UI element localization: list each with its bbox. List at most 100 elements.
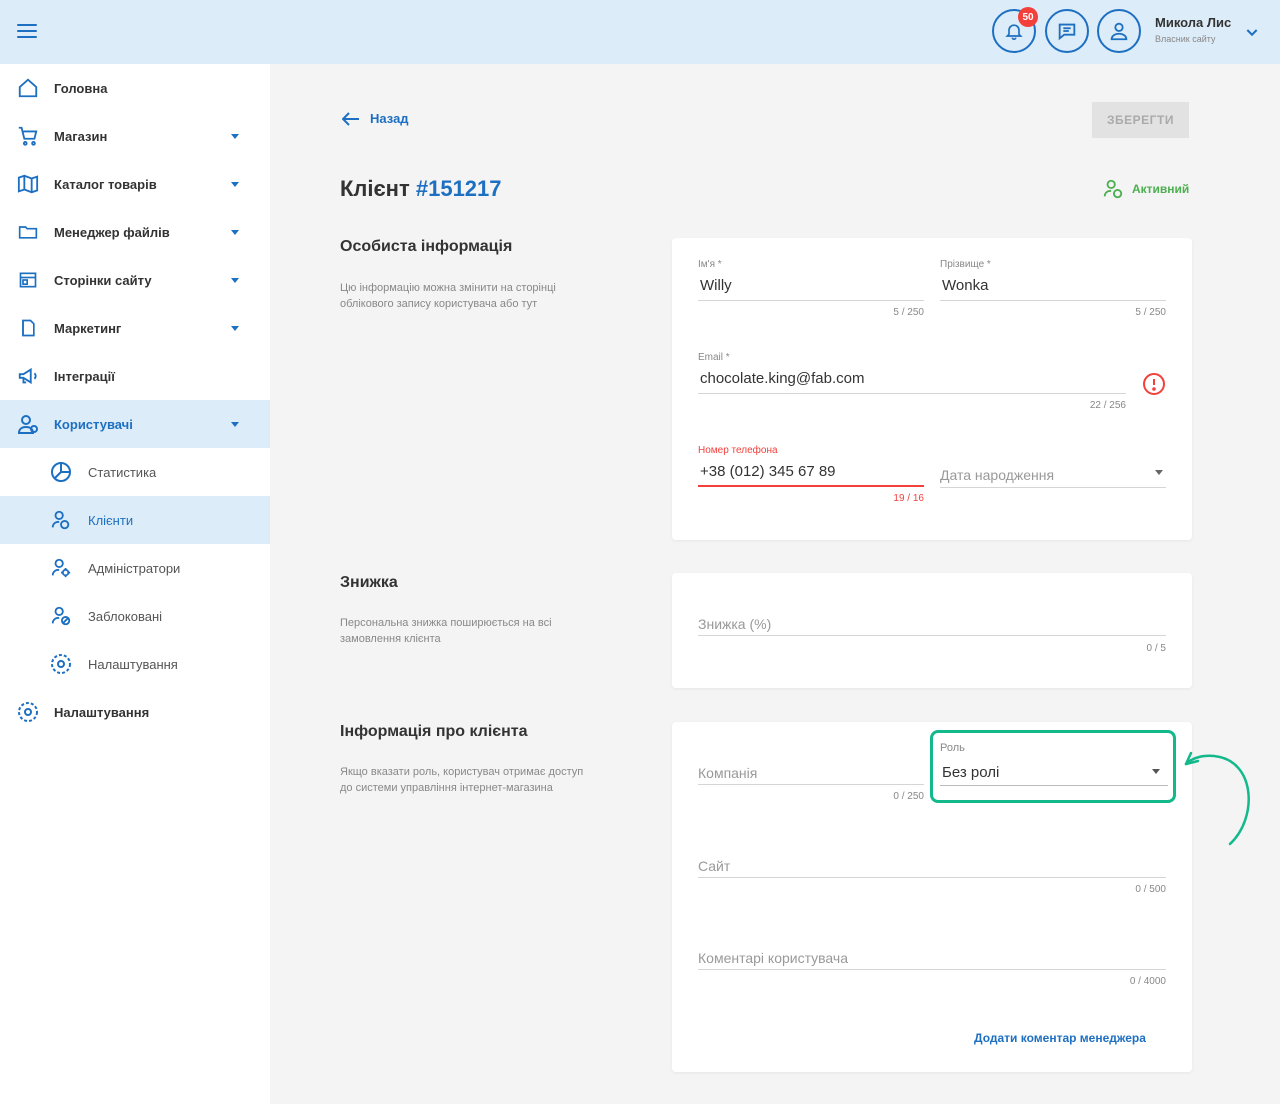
sidebar-subitem-label: Заблоковані: [88, 608, 163, 624]
email-underline: [698, 393, 1126, 394]
users-icon: [15, 411, 41, 437]
sidebar-subitem-label: Клієнти: [88, 512, 134, 528]
role-underline: [940, 785, 1168, 786]
sidebar: Головна Магазин Каталог товарів Менеджер…: [0, 64, 270, 1104]
email-counter: 22 / 256: [1089, 400, 1126, 411]
phone-underline: [698, 485, 924, 487]
messages-button[interactable]: [1045, 9, 1089, 53]
last-name-counter: 5 / 250: [1135, 307, 1166, 318]
client-info-section-title: Інформація про клієнта: [340, 723, 528, 740]
last-name-underline: [940, 300, 1166, 301]
personal-info-card: Ім'я * Willy 5 / 250 Прізвище * Wonka 5 …: [672, 238, 1192, 540]
company-counter: 0 / 250: [893, 791, 924, 802]
caret-down-icon: [231, 277, 239, 283]
sidebar-subitem-label: Адміністратори: [88, 560, 181, 576]
sidebar-item-label: Маркетинг: [54, 320, 122, 336]
discount-underline: [698, 635, 1166, 636]
first-name-field[interactable]: Willy: [700, 277, 732, 294]
client-info-section-desc: Якщо вказати роль, користувач отримає до…: [340, 766, 584, 794]
sidebar-subitem-stats[interactable]: Статистика: [0, 448, 270, 496]
company-input[interactable]: Компанія: [698, 765, 757, 781]
sidebar-item-label: Сторінки сайту: [54, 272, 152, 288]
caret-down-icon[interactable]: [1155, 470, 1163, 475]
home-icon: [15, 75, 41, 101]
settings-icon: [15, 699, 41, 725]
book-icon: [15, 171, 41, 197]
annotation-arrow-icon: [1184, 751, 1250, 846]
sidebar-item-marketing[interactable]: Маркетинг: [0, 304, 270, 352]
last-name-label: Прізвище *: [940, 259, 991, 270]
caret-down-icon: [231, 181, 239, 187]
arrow-left-icon: [342, 111, 359, 126]
admins-icon: [48, 555, 74, 581]
page-title: Клієнт #151217: [340, 176, 502, 202]
birthday-select[interactable]: Дата народження: [940, 467, 1054, 483]
save-button[interactable]: ЗБЕРЕГТИ: [1092, 102, 1189, 138]
sidebar-item-label: Менеджер файлів: [54, 224, 170, 240]
first-name-label: Ім'я *: [698, 259, 722, 270]
sidebar-subitem-blocked[interactable]: Заблоковані: [0, 592, 270, 640]
user-comments-input[interactable]: Коментарі користувача: [698, 950, 848, 966]
sidebar-subitem-admins[interactable]: Адміністратори: [0, 544, 270, 592]
sidebar-item-label: Інтеграції: [54, 368, 115, 384]
first-name-counter: 5 / 250: [893, 307, 924, 318]
user-comments-underline: [698, 969, 1166, 970]
gear-icon: [48, 651, 74, 677]
sidebar-item-label: Користувачі: [54, 416, 133, 432]
top-bar: 50 Микола Лис Власник сайту: [0, 0, 1280, 64]
pages-icon: [15, 267, 41, 293]
add-manager-comment-link[interactable]: Додати коментар менеджера: [974, 1031, 1146, 1045]
discount-card: Знижка (%) 0 / 5: [672, 573, 1192, 688]
chevron-down-icon[interactable]: [1244, 24, 1260, 40]
cart-icon: [15, 123, 41, 149]
status-label: Активний: [1132, 182, 1190, 196]
folder-icon: [15, 219, 41, 245]
notifications-button[interactable]: 50: [992, 7, 1038, 53]
user-comments-counter: 0 / 4000: [1129, 976, 1166, 987]
profile-button[interactable]: [1097, 9, 1141, 53]
sidebar-item-pages[interactable]: Сторінки сайту: [0, 256, 270, 304]
sidebar-subitem-clients[interactable]: Клієнти: [0, 496, 270, 544]
role-select[interactable]: Роль Без ролі: [930, 730, 1176, 803]
caret-down-icon: [231, 325, 239, 331]
user-check-icon: [1103, 179, 1123, 199]
sidebar-item-label: Налаштування: [54, 704, 150, 720]
last-name-field[interactable]: Wonka: [942, 277, 988, 294]
site-underline: [698, 877, 1166, 878]
chat-icon: [1058, 23, 1076, 41]
sidebar-item-settings[interactable]: Налаштування: [0, 688, 270, 736]
sidebar-item-catalog[interactable]: Каталог товарів: [0, 160, 270, 208]
caret-down-icon: [1152, 769, 1160, 774]
sidebar-item-home[interactable]: Головна: [0, 64, 270, 112]
caret-down-icon: [231, 421, 239, 427]
personal-section-title: Особиста інформація: [340, 238, 513, 255]
discount-section-desc: Персональна знижка поширюється на всі за…: [340, 617, 552, 645]
caret-down-icon: [231, 229, 239, 235]
sidebar-item-users[interactable]: Користувачі: [0, 400, 270, 448]
back-link[interactable]: Назад: [342, 111, 409, 126]
error-icon: [1143, 373, 1165, 395]
sidebar-subitem-settings[interactable]: Налаштування: [0, 640, 270, 688]
site-input[interactable]: Сайт: [698, 858, 730, 874]
stats-icon: [48, 459, 74, 485]
discount-section-title: Знижка: [340, 574, 398, 591]
birthday-underline: [940, 487, 1166, 488]
sidebar-item-integrations[interactable]: Інтеграції: [0, 352, 270, 400]
sidebar-item-shop[interactable]: Магазин: [0, 112, 270, 160]
phone-label: Номер телефона: [698, 445, 778, 456]
email-field[interactable]: chocolate.king@fab.com: [700, 370, 864, 387]
site-counter: 0 / 500: [1135, 884, 1166, 895]
sidebar-item-files[interactable]: Менеджер файлів: [0, 208, 270, 256]
client-number: #151217: [415, 176, 502, 201]
title-prefix: Клієнт: [340, 176, 410, 201]
marketing-icon: [15, 315, 41, 341]
status-badge[interactable]: Активний: [1102, 178, 1189, 200]
user-icon: [1110, 22, 1128, 41]
menu-icon[interactable]: [17, 24, 37, 40]
sidebar-subitem-label: Статистика: [88, 464, 157, 480]
phone-field[interactable]: +38 (012) 345 67 89: [700, 463, 836, 480]
discount-input[interactable]: Знижка (%): [698, 616, 771, 632]
role-value: Без ролі: [942, 764, 1000, 781]
first-name-underline: [698, 300, 924, 301]
email-label: Email *: [698, 352, 730, 363]
